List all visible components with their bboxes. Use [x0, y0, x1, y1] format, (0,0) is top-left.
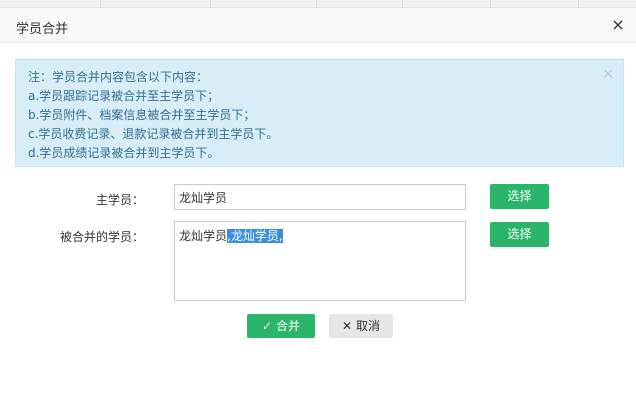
merged-students-label: 被合并的学员： — [59, 230, 144, 244]
merge-button-label: 合并 — [276, 319, 301, 333]
close-icon[interactable]: × — [610, 16, 626, 34]
notice-line: 注：学员合并内容包含以下内容： — [28, 70, 209, 84]
dialog-titlebar: 学员合并 × — [0, 8, 636, 43]
cross-icon: ✕ — [341, 319, 353, 333]
strip-divider — [490, 0, 491, 8]
strip-divider — [210, 0, 211, 8]
notice-line: b.学员附件、档案信息被合并至主学员下； — [28, 108, 256, 122]
notice-line: d.学员成绩记录被合并到主学员下。 — [28, 146, 220, 160]
check-icon: ✓ — [261, 319, 273, 333]
main-student-label: 主学员： — [95, 193, 144, 207]
notice-line: a.学员跟踪记录被合并至主学员下； — [28, 89, 220, 103]
main-student-input[interactable]: 龙灿学员 — [174, 184, 466, 210]
merged-students-value: 龙灿学员 — [179, 229, 228, 243]
merge-student-dialog: 学员合并 × × 注：学员合并内容包含以下内容： a.学员跟踪记录被合并至主学员… — [0, 8, 636, 406]
cancel-button[interactable]: ✕ 取消 — [329, 314, 393, 338]
merged-students-selected-text: ,龙灿学员, — [227, 229, 283, 243]
main-student-value: 龙灿学员 — [179, 191, 228, 205]
strip-divider — [578, 0, 579, 8]
background-table-strip — [0, 0, 636, 8]
notice-close-icon[interactable]: × — [602, 66, 614, 82]
dialog-title: 学员合并 — [16, 22, 69, 37]
merge-notice: × 注：学员合并内容包含以下内容： a.学员跟踪记录被合并至主学员下； b.学员… — [15, 59, 624, 167]
merge-button[interactable]: ✓ 合并 — [247, 314, 315, 338]
merged-students-textarea[interactable]: 龙灿学员,龙灿学员, — [174, 221, 466, 301]
select-merged-students-button[interactable]: 选择 — [490, 222, 549, 247]
strip-divider — [100, 0, 101, 8]
notice-line: c.学员收费记录、退款记录被合并到主学员下。 — [28, 127, 279, 141]
select-main-student-button[interactable]: 选择 — [490, 184, 549, 209]
strip-divider — [402, 0, 403, 8]
strip-divider — [316, 0, 317, 8]
cancel-button-label: 取消 — [356, 319, 381, 333]
